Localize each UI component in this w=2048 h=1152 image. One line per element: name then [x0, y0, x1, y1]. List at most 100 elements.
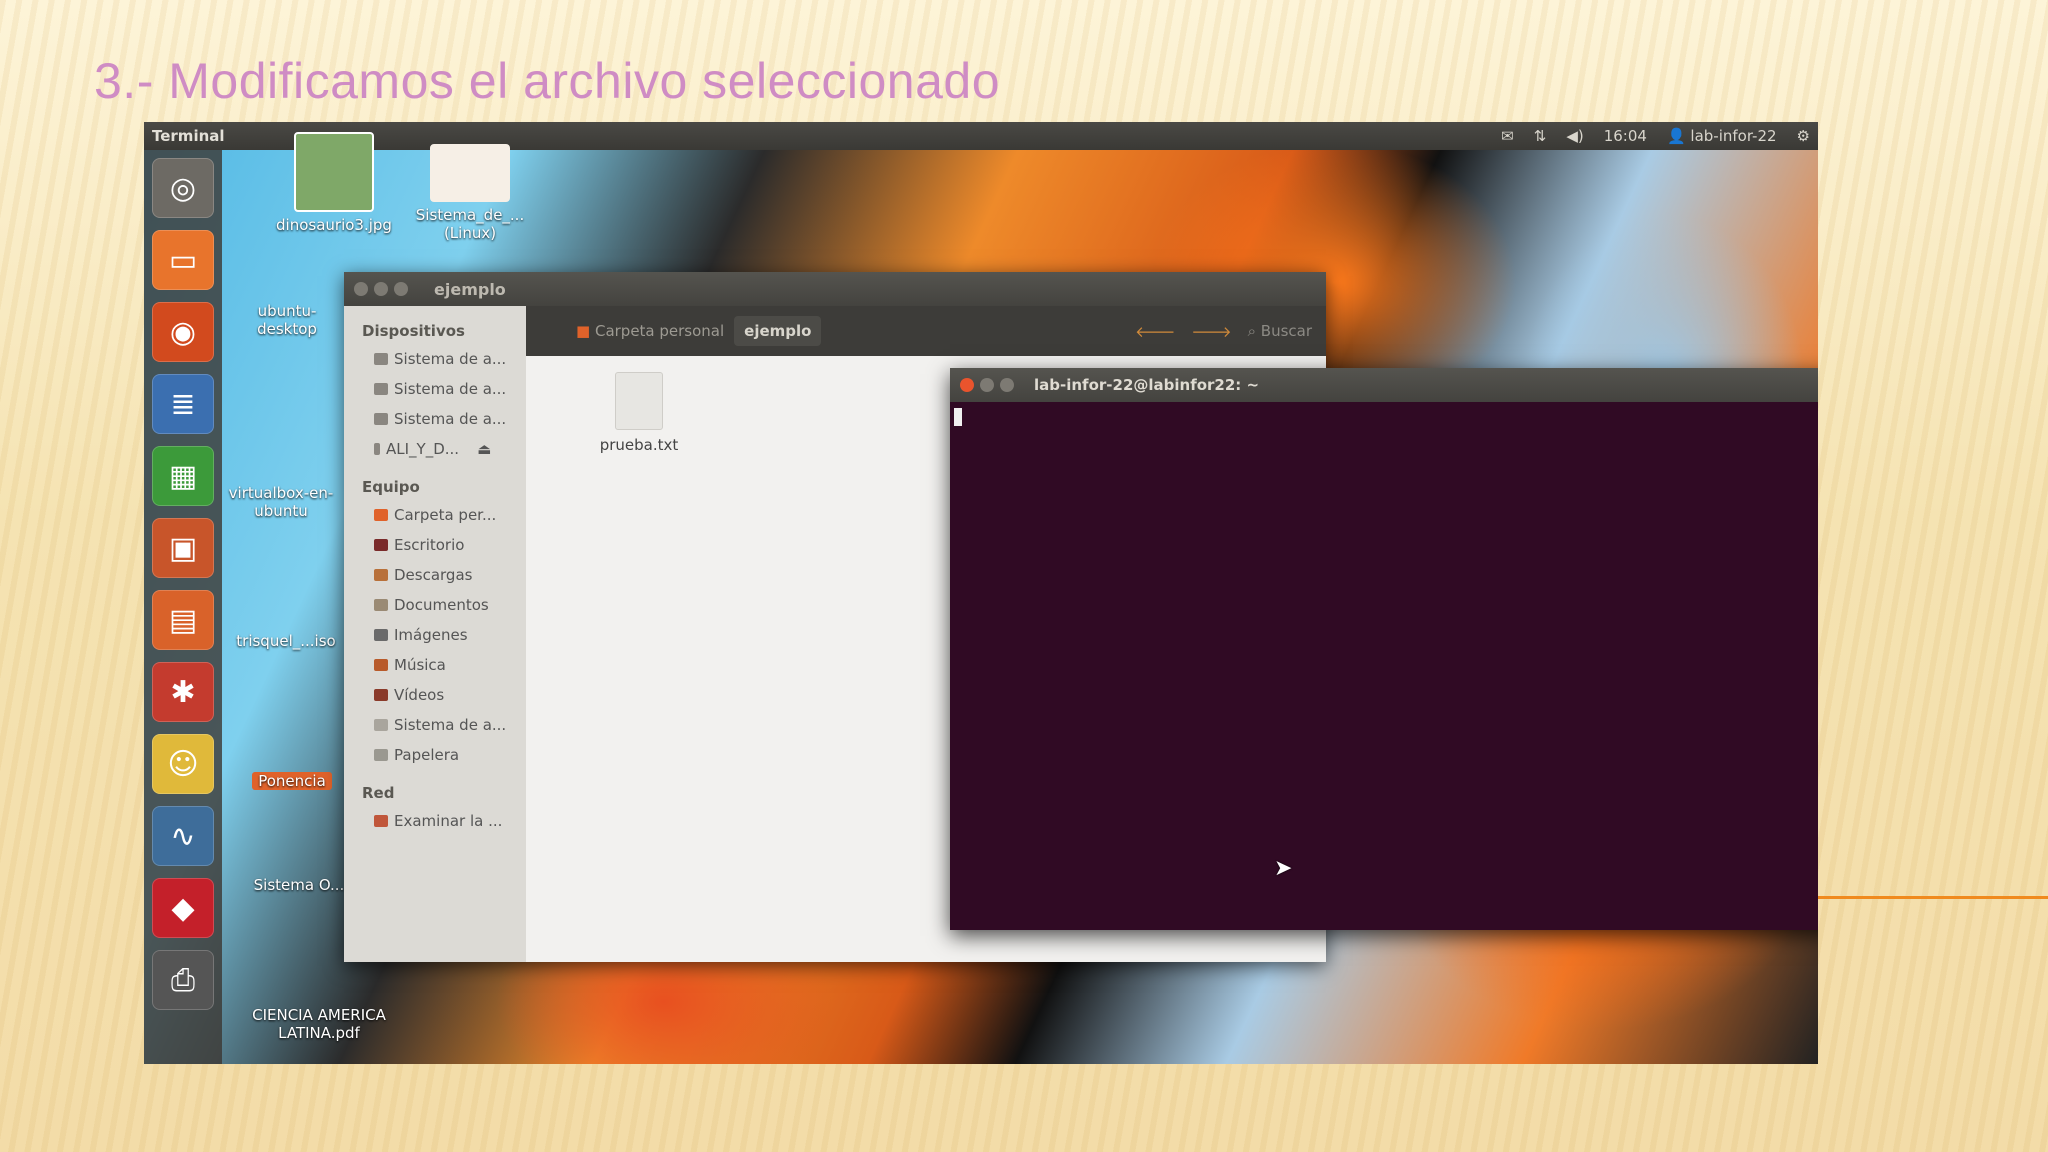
- breadcrumb-current[interactable]: ejemplo: [734, 316, 822, 346]
- trash-icon: [374, 749, 388, 761]
- mascot-icon[interactable]: ☺: [152, 734, 214, 794]
- sidebar-item[interactable]: Imágenes: [344, 620, 526, 650]
- sidebar-item-label: Vídeos: [394, 686, 445, 704]
- text-cursor: [954, 408, 962, 426]
- terminal-window[interactable]: lab-infor-22@labinfor22: ~: [950, 368, 1818, 930]
- desktop-icon[interactable]: Ponencia: [252, 772, 332, 790]
- maximize-icon[interactable]: [394, 282, 408, 296]
- sidebar-item[interactable]: Sistema de a...: [344, 710, 526, 740]
- sidebar-item-label: Sistema de a...: [394, 410, 507, 428]
- search-icon: ⌕: [1247, 322, 1256, 340]
- desktop-icon[interactable]: trisquel_...iso: [236, 632, 336, 650]
- sidebar-header: Red: [362, 784, 395, 802]
- minimize-icon[interactable]: [374, 282, 388, 296]
- home-folder-icon: ■: [576, 322, 591, 340]
- sidebar-item-label: Sistema de a...: [394, 716, 507, 734]
- videos-folder-icon: [374, 689, 388, 701]
- spreadsheet-thumbnail: [430, 144, 510, 202]
- terminal-titlebar[interactable]: lab-infor-22@labinfor22: ~: [950, 368, 1818, 402]
- desktop-icon[interactable]: CIENCIA AMERICA LATINA.pdf: [244, 1006, 394, 1042]
- eject-icon[interactable]: ⏏: [477, 440, 491, 458]
- writer-icon[interactable]: ≣: [152, 374, 214, 434]
- network-icon[interactable]: ⇅: [1534, 127, 1547, 145]
- documents-folder-icon: [374, 599, 388, 611]
- settings-icon[interactable]: ✱: [152, 662, 214, 722]
- sidebar-item[interactable]: Documentos: [344, 590, 526, 620]
- sidebar-item-label: Documentos: [394, 596, 489, 614]
- clock[interactable]: 16:04: [1604, 127, 1647, 145]
- breadcrumb-label: Carpeta personal: [594, 322, 725, 340]
- file-name: prueba.txt: [599, 436, 679, 454]
- close-icon[interactable]: [354, 282, 368, 296]
- monitor-icon[interactable]: ∿: [152, 806, 214, 866]
- sidebar-item[interactable]: Escritorio: [344, 530, 526, 560]
- desktop-screenshot: Terminal ✉ ⇅ ◀) 16:04 👤 lab-infor-22 ⚙ ◎…: [144, 122, 1818, 1064]
- image-thumbnail: [294, 132, 374, 212]
- printer-icon[interactable]: ⎙: [152, 950, 214, 1010]
- sidebar-item[interactable]: Carpeta per...: [344, 500, 526, 530]
- desktop-icon-label: trisquel_...iso: [236, 632, 336, 650]
- forward-arrow-icon[interactable]: 🡒: [1191, 322, 1231, 341]
- sidebar-item-label: Imágenes: [394, 626, 468, 644]
- files-icon[interactable]: ▭: [152, 230, 214, 290]
- user-icon: 👤: [1666, 127, 1686, 145]
- back-arrow-icon[interactable]: 🡐: [1135, 322, 1175, 341]
- network-browse-icon: [374, 815, 388, 827]
- file-item[interactable]: prueba.txt: [584, 372, 694, 454]
- username: lab-infor-22: [1690, 127, 1777, 145]
- sidebar-item[interactable]: Sistema de a...: [344, 374, 526, 404]
- sidebar-item[interactable]: Vídeos: [344, 680, 526, 710]
- music-folder-icon: [374, 659, 388, 671]
- mail-icon[interactable]: ✉: [1501, 127, 1514, 145]
- file-manager-titlebar[interactable]: ejemplo: [344, 272, 1326, 306]
- sidebar-item[interactable]: Papelera: [344, 740, 526, 770]
- sidebar-item[interactable]: Sistema de a...: [344, 344, 526, 374]
- drive-icon: [374, 413, 388, 425]
- impress-icon[interactable]: ▣: [152, 518, 214, 578]
- sidebar-item-label: ALI_Y_D...: [386, 440, 460, 458]
- volume-icon[interactable]: ◀): [1566, 127, 1583, 145]
- sidebar-header: Dispositivos: [362, 322, 465, 340]
- file-manager-toolbar: ■ Carpeta personal ejemplo 🡐 🡒 ⌕ Buscar: [526, 306, 1326, 356]
- indicators: ✉ ⇅ ◀) 16:04 👤 lab-infor-22 ⚙: [1501, 127, 1810, 145]
- nav-controls: 🡐 🡒 ⌕ Buscar: [1135, 322, 1326, 341]
- sidebar-item-label: Escritorio: [394, 536, 465, 554]
- sidebar-item-label: Papelera: [394, 746, 460, 764]
- desktop-icon[interactable]: dinosaurio3.jpg: [274, 132, 394, 234]
- terminal-body[interactable]: [950, 402, 1818, 930]
- desktop-icon[interactable]: virtualbox-en-ubuntu: [226, 484, 336, 520]
- terminal-title: lab-infor-22@labinfor22: ~: [1034, 376, 1260, 394]
- firefox-icon[interactable]: ◉: [152, 302, 214, 362]
- launcher: ◎ ▭ ◉ ≣ ▦ ▣ ▤ ✱ ☺ ∿ ◆ ⎙: [144, 150, 222, 1064]
- software-center-icon[interactable]: ▤: [152, 590, 214, 650]
- dash-icon[interactable]: ◎: [152, 158, 214, 218]
- desktop-icon[interactable]: Sistema O...: [244, 876, 354, 894]
- search-button[interactable]: ⌕ Buscar: [1248, 322, 1312, 340]
- minimize-icon[interactable]: [980, 378, 994, 392]
- calc-icon[interactable]: ▦: [152, 446, 214, 506]
- desktop-icon[interactable]: Sistema_de_... (Linux): [410, 144, 530, 242]
- desktop-icon-label: virtualbox-en-ubuntu: [228, 484, 334, 520]
- pictures-folder-icon: [374, 629, 388, 641]
- app-name[interactable]: Terminal: [152, 127, 225, 145]
- sidebar-item[interactable]: Sistema de a...: [344, 404, 526, 434]
- desktop-icon[interactable]: ubuntu-desktop: [232, 302, 342, 338]
- close-icon[interactable]: [960, 378, 974, 392]
- desktop-icon-label: Sistema_de_... (Linux): [415, 206, 525, 242]
- gem-icon[interactable]: ◆: [152, 878, 214, 938]
- sidebar-item[interactable]: Examinar la ...: [344, 806, 526, 836]
- gear-icon[interactable]: ⚙: [1797, 127, 1810, 145]
- sidebar-item-label: Examinar la ...: [394, 812, 503, 830]
- desktop-folder-icon: [374, 539, 388, 551]
- sidebar-item[interactable]: ALI_Y_D... ⏏: [344, 434, 526, 464]
- slide-title: 3.- Modificamos el archivo seleccionado: [94, 53, 1001, 109]
- sidebar-item-label: Sistema de a...: [394, 380, 507, 398]
- user-menu[interactable]: 👤 lab-infor-22: [1667, 127, 1777, 145]
- sidebar-item[interactable]: Música: [344, 650, 526, 680]
- desktop-icon-label: Sistema O...: [253, 876, 345, 894]
- sidebar-item[interactable]: Descargas: [344, 560, 526, 590]
- top-menubar: Terminal ✉ ⇅ ◀) 16:04 👤 lab-infor-22 ⚙: [144, 122, 1818, 150]
- maximize-icon[interactable]: [1000, 378, 1014, 392]
- desktop-icon-label: dinosaurio3.jpg: [276, 216, 392, 234]
- breadcrumb-home[interactable]: ■ Carpeta personal: [566, 316, 734, 346]
